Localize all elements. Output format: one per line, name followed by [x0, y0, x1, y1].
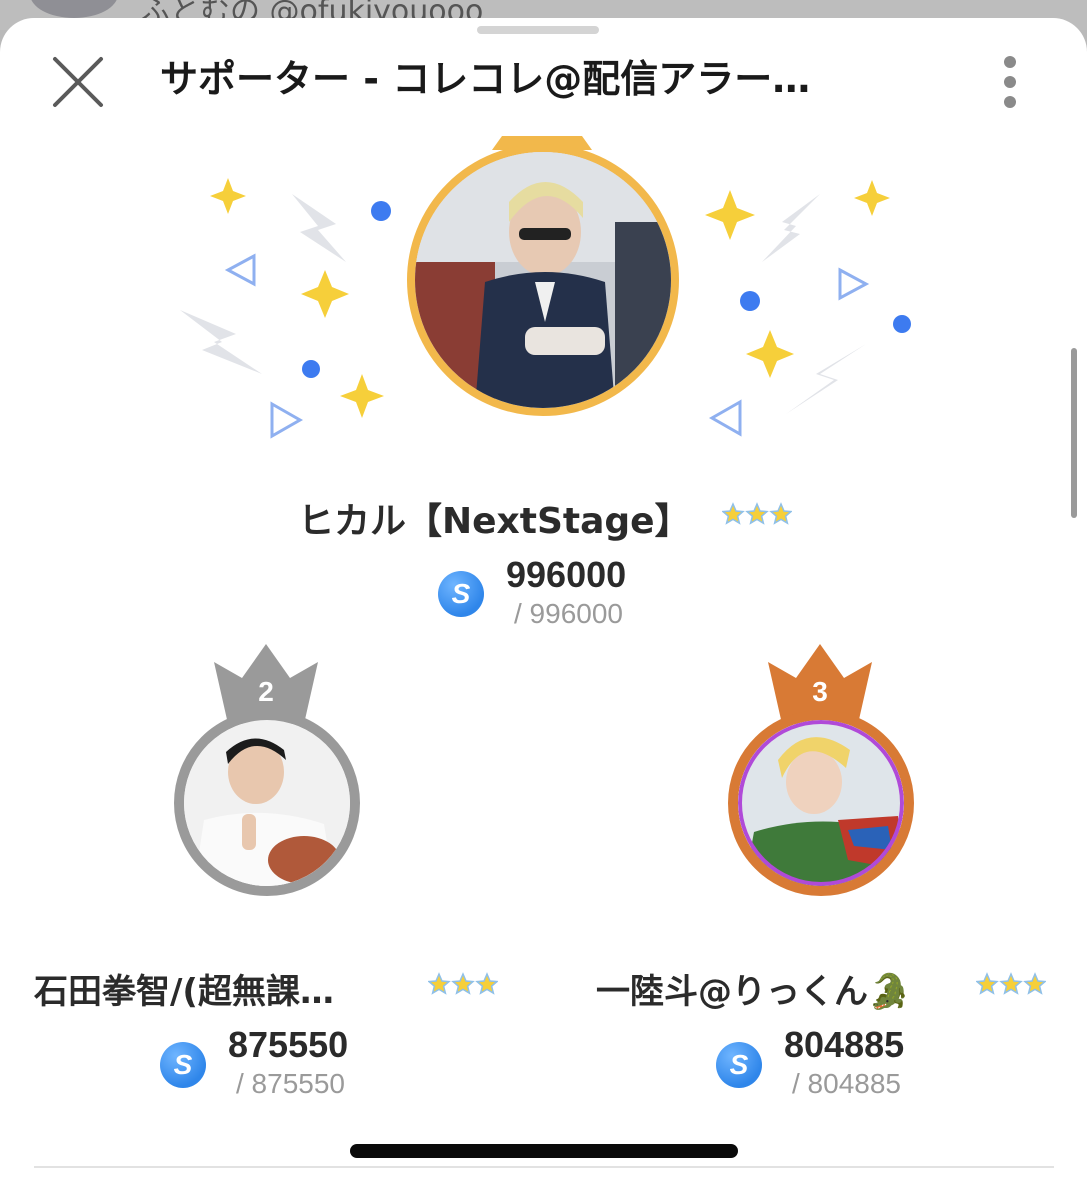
- support-score: 804885: [784, 1024, 905, 1065]
- sparkle-icon: [854, 180, 890, 216]
- supporter-sheet: サポーター - コレコレ@配信アラー… ヒカル【NextStage】 S 996…: [0, 18, 1087, 1200]
- star-badge-icon: [976, 972, 1046, 995]
- coin-icon: S: [160, 1042, 206, 1088]
- support-score: 996000: [506, 554, 627, 595]
- more-options-button[interactable]: [990, 52, 1030, 112]
- badge-stars: [722, 502, 792, 526]
- page-title: サポーター - コレコレ@配信アラー…: [160, 57, 811, 101]
- support-total: / 804885: [792, 1068, 901, 1099]
- avatar-rank-3[interactable]: [728, 710, 914, 896]
- support-score: 875550: [228, 1024, 349, 1065]
- support-total: / 996000: [514, 598, 623, 629]
- badge-stars: [976, 972, 1046, 996]
- close-button[interactable]: [48, 52, 108, 112]
- coin-icon: S: [438, 571, 484, 617]
- sparkle-icon: [340, 374, 384, 418]
- badge-stars: [428, 972, 498, 996]
- coin-icon: S: [716, 1042, 762, 1088]
- avatar-rank-1[interactable]: [407, 144, 679, 416]
- avatar-rank-2[interactable]: [174, 710, 360, 896]
- home-indicator[interactable]: [350, 1144, 738, 1158]
- supporter-name: ヒカル【NextStage】: [298, 501, 691, 542]
- sparkle-icon: [210, 178, 246, 214]
- avatar-image: [415, 152, 671, 408]
- supporter-name: 一陸斗@りっくん🐊: [596, 972, 911, 1012]
- list-divider: [34, 1166, 1054, 1168]
- star-badge-icon: [722, 502, 792, 525]
- more-vertical-icon: [1004, 56, 1016, 68]
- sparkle-icon: [705, 190, 755, 240]
- sheet-grabber[interactable]: [477, 26, 599, 34]
- star-badge-icon: [428, 972, 498, 995]
- support-total: / 875550: [236, 1068, 345, 1099]
- supporter-name: 石田拳智/(超無課…: [34, 972, 334, 1012]
- close-icon: [53, 57, 103, 107]
- background-avatar: [30, 0, 118, 18]
- sparkle-icon: [746, 330, 794, 378]
- sparkle-icon: [301, 270, 349, 318]
- rank-number: 2: [258, 676, 274, 707]
- rank-number: 3: [812, 676, 828, 707]
- avatar-image: [184, 720, 350, 886]
